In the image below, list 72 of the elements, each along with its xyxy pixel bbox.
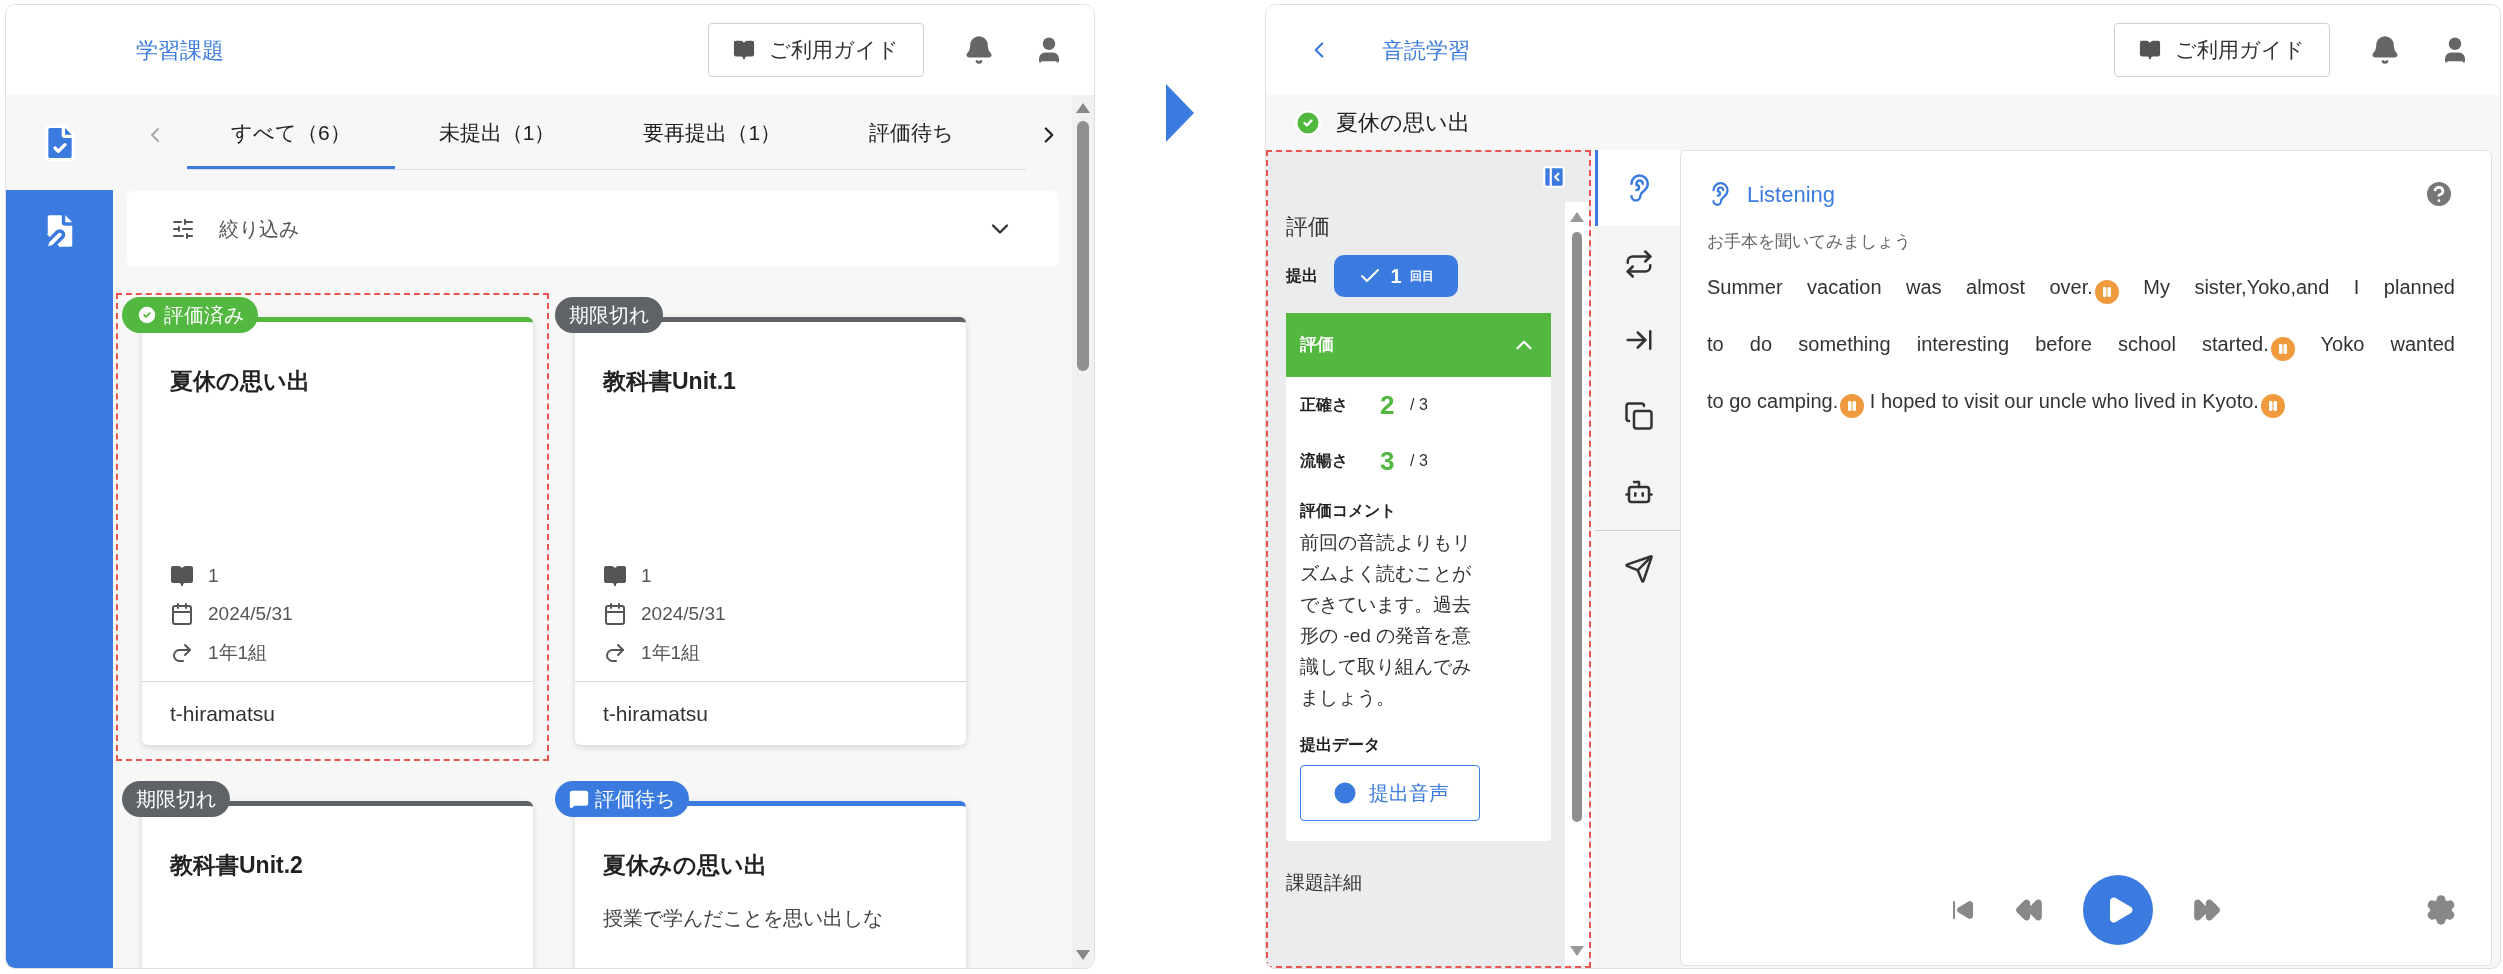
card-title: 夏休の思い出 (170, 367, 311, 396)
right-arrow-icon (1166, 84, 1194, 142)
settings-icon[interactable] (2425, 894, 2457, 926)
guide-button[interactable]: ご利用ガイド (708, 23, 924, 77)
score-value: 2 (1380, 388, 1396, 422)
check-circle-icon (136, 304, 158, 326)
card-title: 教科書Unit.2 (170, 851, 304, 880)
calendar-icon (170, 602, 194, 627)
comment-icon (569, 789, 589, 809)
scrollbar[interactable] (1072, 95, 1094, 968)
rewind-icon[interactable] (2015, 896, 2043, 924)
mode-title: Listening (1747, 180, 1836, 209)
submit-mode-icon (1624, 554, 1654, 584)
card-title: 教科書Unit.1 (603, 367, 737, 396)
filter-tab[interactable]: 評価待ち (825, 100, 999, 169)
class-name: 1年1組 (208, 640, 268, 665)
filter-tab[interactable]: すべて（6） (187, 100, 395, 169)
book-icon (733, 39, 755, 61)
scrollbar[interactable] (1565, 202, 1589, 966)
filter-tab[interactable]: 未提出（1） (394, 100, 600, 169)
fast-forward-icon[interactable] (2193, 896, 2221, 924)
check-circle-icon (1294, 108, 1322, 137)
skip-back-icon[interactable] (1951, 898, 1975, 922)
card-title: 夏休みの思い出 (603, 851, 768, 880)
submission-label: 提出 (1286, 266, 1318, 286)
card-description: 授業で学んだことを思い出しな (603, 905, 884, 931)
due-date: 2024/5/31 (641, 602, 726, 626)
score-label: 流暢さ (1300, 451, 1349, 471)
filter-bar[interactable]: 絞り込み (127, 191, 1058, 267)
submitted-audio-button[interactable]: 提出音声 (1300, 765, 1480, 821)
sentence-text[interactable]: I hoped to visit our uncle who lived in Kyoto. (1869, 389, 2259, 412)
notification-icon[interactable] (964, 35, 994, 65)
comment-label: 評価コメント (1300, 501, 1397, 521)
pause-icon[interactable] (2260, 393, 2285, 418)
data-label: 提出データ (1300, 735, 1381, 755)
filter-tab[interactable]: 要再提出（1） (599, 100, 826, 169)
sentence-text[interactable]: My sister,Yoko,and I planned (2143, 275, 2455, 298)
sentence-text[interactable]: to go camping. (1707, 389, 1839, 412)
pause-icon[interactable] (1840, 393, 1865, 418)
score-max: / 3 (1410, 395, 1428, 415)
book-icon (170, 563, 194, 588)
sentence-text[interactable]: to do something interesting before school started. (1707, 332, 2269, 355)
unit-text: 1 (208, 563, 219, 588)
teacher-name: t-hiramatsu (170, 700, 276, 727)
due-date: 2024/5/31 (208, 602, 293, 626)
pause-icon[interactable] (2270, 336, 2295, 361)
section-heading: 評価 (1286, 213, 1331, 241)
book-icon (603, 563, 627, 588)
class-name: 1年1組 (641, 640, 701, 665)
instruction-text: お手本を聞いてみましょう (1707, 231, 1912, 253)
collapse-panel-icon[interactable] (1541, 164, 1567, 190)
evaluation-comment: 前回の音読よりもリズムよく読むことができています。過去形の -ed の発音を意識して取り組んでみましょう。 (1300, 531, 1473, 710)
page-title: 学習課題 (136, 36, 224, 65)
page-title: 音読学習 (1382, 36, 1470, 65)
submission-badge[interactable]: 1 回目 (1334, 255, 1458, 297)
unit-text: 1 (641, 563, 652, 588)
sentence-text[interactable]: Yoko wanted (2320, 332, 2455, 355)
pause-icon[interactable] (2094, 279, 2119, 304)
score-max: / 3 (1410, 451, 1428, 471)
score-label: 正確さ (1300, 395, 1349, 415)
sentence-text[interactable]: Summer vacation was almost over. (1707, 275, 2093, 298)
filter-icon (171, 217, 195, 241)
score-value: 3 (1380, 444, 1396, 478)
overlap-mode-icon (1624, 401, 1654, 431)
notification-icon[interactable] (2370, 35, 2400, 65)
section-heading: 課題詳細 (1286, 871, 1363, 895)
repeat-mode-icon (1624, 249, 1654, 279)
book-icon (2139, 39, 2161, 61)
calendar-icon (603, 602, 627, 627)
teacher-name: t-hiramatsu (603, 700, 709, 727)
assignment-title: 夏休の思い出 (1336, 109, 1470, 137)
guide-button[interactable]: ご利用ガイド (2114, 23, 2330, 77)
